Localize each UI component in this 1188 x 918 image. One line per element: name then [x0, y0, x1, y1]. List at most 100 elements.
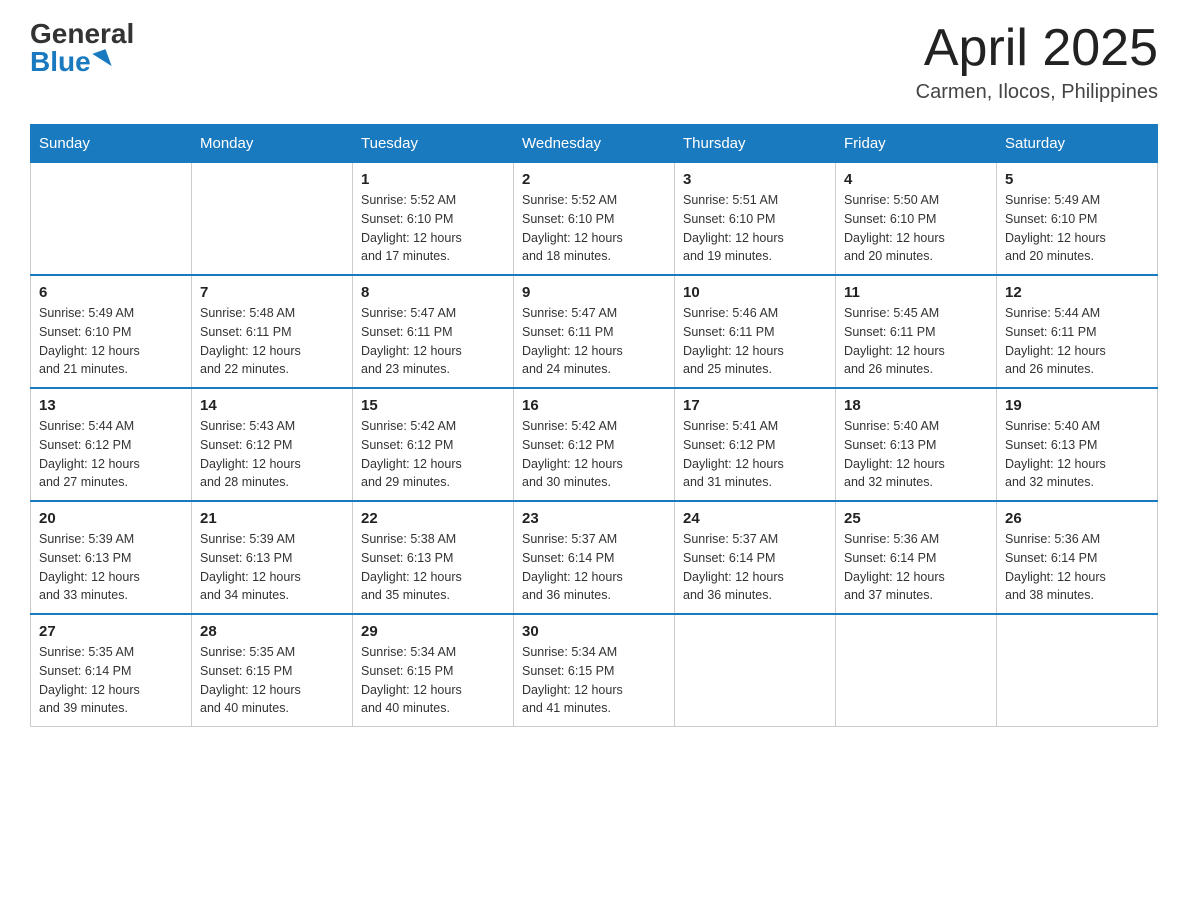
calendar-cell: 10 Sunrise: 5:46 AM Sunset: 6:11 PM Dayli…	[675, 275, 836, 388]
day-number: 20	[39, 510, 183, 527]
day-number: 18	[844, 397, 988, 414]
calendar-cell: 5 Sunrise: 5:49 AM Sunset: 6:10 PM Daylig…	[997, 163, 1158, 276]
calendar-cell: 28 Sunrise: 5:35 AM Sunset: 6:15 PM Dayli…	[192, 614, 353, 727]
day-info: Sunrise: 5:35 AM Sunset: 6:14 PM Dayligh…	[39, 643, 183, 718]
day-info: Sunrise: 5:36 AM Sunset: 6:14 PM Dayligh…	[1005, 530, 1149, 605]
location-text: Carmen, Ilocos, Philippines	[916, 81, 1158, 104]
calendar-cell: 23 Sunrise: 5:37 AM Sunset: 6:14 PM Dayli…	[514, 501, 675, 614]
calendar-cell: 30 Sunrise: 5:34 AM Sunset: 6:15 PM Dayli…	[514, 614, 675, 727]
day-info: Sunrise: 5:45 AM Sunset: 6:11 PM Dayligh…	[844, 304, 988, 379]
day-number: 26	[1005, 510, 1149, 527]
day-number: 4	[844, 171, 988, 188]
calendar-cell: 18 Sunrise: 5:40 AM Sunset: 6:13 PM Dayli…	[836, 388, 997, 501]
calendar-cell: 1 Sunrise: 5:52 AM Sunset: 6:10 PM Daylig…	[353, 163, 514, 276]
calendar-cell: 25 Sunrise: 5:36 AM Sunset: 6:14 PM Dayli…	[836, 501, 997, 614]
day-info: Sunrise: 5:42 AM Sunset: 6:12 PM Dayligh…	[522, 417, 666, 492]
day-info: Sunrise: 5:52 AM Sunset: 6:10 PM Dayligh…	[361, 191, 505, 266]
day-number: 30	[522, 623, 666, 640]
col-header-monday: Monday	[192, 125, 353, 163]
day-number: 23	[522, 510, 666, 527]
day-info: Sunrise: 5:34 AM Sunset: 6:15 PM Dayligh…	[522, 643, 666, 718]
logo-general-text: General	[30, 20, 134, 48]
day-info: Sunrise: 5:39 AM Sunset: 6:13 PM Dayligh…	[39, 530, 183, 605]
day-info: Sunrise: 5:43 AM Sunset: 6:12 PM Dayligh…	[200, 417, 344, 492]
calendar-cell	[192, 163, 353, 276]
day-number: 28	[200, 623, 344, 640]
calendar-cell: 17 Sunrise: 5:41 AM Sunset: 6:12 PM Dayli…	[675, 388, 836, 501]
title-section: April 2025 Carmen, Ilocos, Philippines	[916, 20, 1158, 104]
calendar-cell: 16 Sunrise: 5:42 AM Sunset: 6:12 PM Dayli…	[514, 388, 675, 501]
day-info: Sunrise: 5:49 AM Sunset: 6:10 PM Dayligh…	[1005, 191, 1149, 266]
calendar-week-row: 20 Sunrise: 5:39 AM Sunset: 6:13 PM Dayli…	[31, 501, 1158, 614]
day-info: Sunrise: 5:44 AM Sunset: 6:12 PM Dayligh…	[39, 417, 183, 492]
calendar-cell	[31, 163, 192, 276]
calendar-cell: 19 Sunrise: 5:40 AM Sunset: 6:13 PM Dayli…	[997, 388, 1158, 501]
day-number: 17	[683, 397, 827, 414]
day-number: 19	[1005, 397, 1149, 414]
calendar-cell: 26 Sunrise: 5:36 AM Sunset: 6:14 PM Dayli…	[997, 501, 1158, 614]
calendar-cell: 6 Sunrise: 5:49 AM Sunset: 6:10 PM Daylig…	[31, 275, 192, 388]
calendar-cell: 12 Sunrise: 5:44 AM Sunset: 6:11 PM Dayli…	[997, 275, 1158, 388]
day-info: Sunrise: 5:39 AM Sunset: 6:13 PM Dayligh…	[200, 530, 344, 605]
day-info: Sunrise: 5:40 AM Sunset: 6:13 PM Dayligh…	[1005, 417, 1149, 492]
col-header-friday: Friday	[836, 125, 997, 163]
day-info: Sunrise: 5:36 AM Sunset: 6:14 PM Dayligh…	[844, 530, 988, 605]
logo: General Blue	[30, 20, 134, 76]
calendar-cell: 4Sunrise: 5:50 AM Sunset: 6:10 PM Daylig…	[836, 163, 997, 276]
logo-blue-text: Blue	[30, 48, 109, 76]
calendar-week-row: 1 Sunrise: 5:52 AM Sunset: 6:10 PM Daylig…	[31, 163, 1158, 276]
day-number: 2	[522, 171, 666, 188]
calendar-header-row: SundayMondayTuesdayWednesdayThursdayFrid…	[31, 125, 1158, 163]
calendar-week-row: 13 Sunrise: 5:44 AM Sunset: 6:12 PM Dayli…	[31, 388, 1158, 501]
day-info: Sunrise: 5:49 AM Sunset: 6:10 PM Dayligh…	[39, 304, 183, 379]
calendar-cell: 22 Sunrise: 5:38 AM Sunset: 6:13 PM Dayli…	[353, 501, 514, 614]
calendar-cell: 3 Sunrise: 5:51 AM Sunset: 6:10 PM Daylig…	[675, 163, 836, 276]
day-info: Sunrise: 5:52 AM Sunset: 6:10 PM Dayligh…	[522, 191, 666, 266]
day-number: 25	[844, 510, 988, 527]
day-number: 24	[683, 510, 827, 527]
day-info: Sunrise: 5:42 AM Sunset: 6:12 PM Dayligh…	[361, 417, 505, 492]
day-info: Sunrise: 5:41 AM Sunset: 6:12 PM Dayligh…	[683, 417, 827, 492]
day-info: Sunrise: 5:40 AM Sunset: 6:13 PM Dayligh…	[844, 417, 988, 492]
calendar-cell	[675, 614, 836, 727]
day-number: 6	[39, 284, 183, 301]
col-header-thursday: Thursday	[675, 125, 836, 163]
calendar-cell: 20 Sunrise: 5:39 AM Sunset: 6:13 PM Dayli…	[31, 501, 192, 614]
day-number: 15	[361, 397, 505, 414]
day-info: Sunrise: 5:44 AM Sunset: 6:11 PM Dayligh…	[1005, 304, 1149, 379]
day-info: Sunrise: 5:51 AM Sunset: 6:10 PM Dayligh…	[683, 191, 827, 266]
day-number: 8	[361, 284, 505, 301]
col-header-wednesday: Wednesday	[514, 125, 675, 163]
day-number: 16	[522, 397, 666, 414]
day-number: 10	[683, 284, 827, 301]
day-number: 7	[200, 284, 344, 301]
logo-triangle-icon	[92, 49, 111, 71]
day-number: 29	[361, 623, 505, 640]
calendar-week-row: 27 Sunrise: 5:35 AM Sunset: 6:14 PM Dayli…	[31, 614, 1158, 727]
calendar-cell: 29Sunrise: 5:34 AM Sunset: 6:15 PM Dayli…	[353, 614, 514, 727]
calendar-cell: 7 Sunrise: 5:48 AM Sunset: 6:11 PM Daylig…	[192, 275, 353, 388]
col-header-sunday: Sunday	[31, 125, 192, 163]
day-number: 12	[1005, 284, 1149, 301]
day-info: Sunrise: 5:47 AM Sunset: 6:11 PM Dayligh…	[361, 304, 505, 379]
day-number: 1	[361, 171, 505, 188]
day-number: 13	[39, 397, 183, 414]
day-number: 9	[522, 284, 666, 301]
day-number: 21	[200, 510, 344, 527]
day-info: Sunrise: 5:46 AM Sunset: 6:11 PM Dayligh…	[683, 304, 827, 379]
day-number: 14	[200, 397, 344, 414]
calendar-table: SundayMondayTuesdayWednesdayThursdayFrid…	[30, 124, 1158, 727]
calendar-cell: 8 Sunrise: 5:47 AM Sunset: 6:11 PM Daylig…	[353, 275, 514, 388]
page-header: General Blue April 2025 Carmen, Ilocos, …	[30, 20, 1158, 104]
day-number: 22	[361, 510, 505, 527]
day-info: Sunrise: 5:38 AM Sunset: 6:13 PM Dayligh…	[361, 530, 505, 605]
day-info: Sunrise: 5:37 AM Sunset: 6:14 PM Dayligh…	[522, 530, 666, 605]
calendar-cell	[836, 614, 997, 727]
calendar-cell: 27 Sunrise: 5:35 AM Sunset: 6:14 PM Dayli…	[31, 614, 192, 727]
day-info: Sunrise: 5:48 AM Sunset: 6:11 PM Dayligh…	[200, 304, 344, 379]
month-title: April 2025	[916, 20, 1158, 77]
day-number: 5	[1005, 171, 1149, 188]
day-info: Sunrise: 5:35 AM Sunset: 6:15 PM Dayligh…	[200, 643, 344, 718]
day-number: 3	[683, 171, 827, 188]
day-number: 27	[39, 623, 183, 640]
